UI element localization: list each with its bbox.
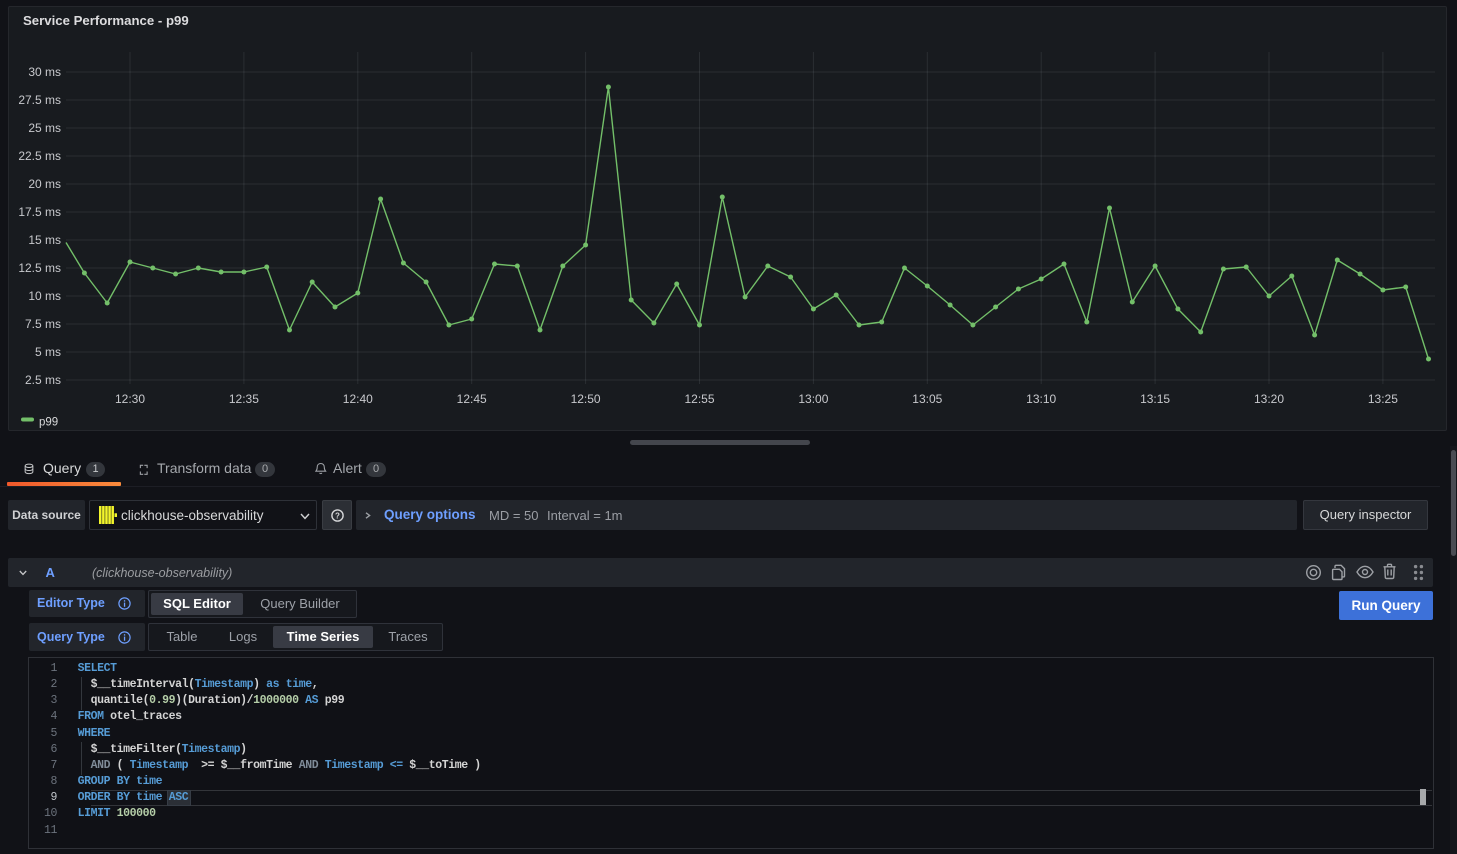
svg-text:13:20: 13:20 <box>1254 392 1284 406</box>
svg-text:12:40: 12:40 <box>343 392 373 406</box>
svg-text:12.5 ms: 12.5 ms <box>18 261 61 275</box>
svg-text:12:45: 12:45 <box>457 392 487 406</box>
svg-text:17.5 ms: 17.5 ms <box>18 205 61 219</box>
svg-text:13:25: 13:25 <box>1368 392 1398 406</box>
svg-text:30 ms: 30 ms <box>28 65 61 79</box>
svg-text:13:05: 13:05 <box>912 392 942 406</box>
svg-text:12:55: 12:55 <box>684 392 714 406</box>
svg-text:10 ms: 10 ms <box>28 289 61 303</box>
svg-text:15 ms: 15 ms <box>28 233 61 247</box>
svg-text:27.5 ms: 27.5 ms <box>18 93 61 107</box>
svg-text:7.5 ms: 7.5 ms <box>25 317 61 331</box>
svg-text:13:00: 13:00 <box>798 392 828 406</box>
svg-text:25 ms: 25 ms <box>28 121 61 135</box>
svg-text:5 ms: 5 ms <box>35 345 61 359</box>
svg-text:12:35: 12:35 <box>229 392 259 406</box>
svg-text:?: ? <box>335 511 340 520</box>
svg-text:12:30: 12:30 <box>115 392 145 406</box>
svg-text:13:10: 13:10 <box>1026 392 1056 406</box>
svg-text:22.5 ms: 22.5 ms <box>18 149 61 163</box>
svg-text:12:50: 12:50 <box>571 392 601 406</box>
svg-text:13:15: 13:15 <box>1140 392 1170 406</box>
svg-text:20 ms: 20 ms <box>28 177 61 191</box>
svg-text:p99: p99 <box>39 417 58 429</box>
svg-text:2.5 ms: 2.5 ms <box>25 373 61 387</box>
